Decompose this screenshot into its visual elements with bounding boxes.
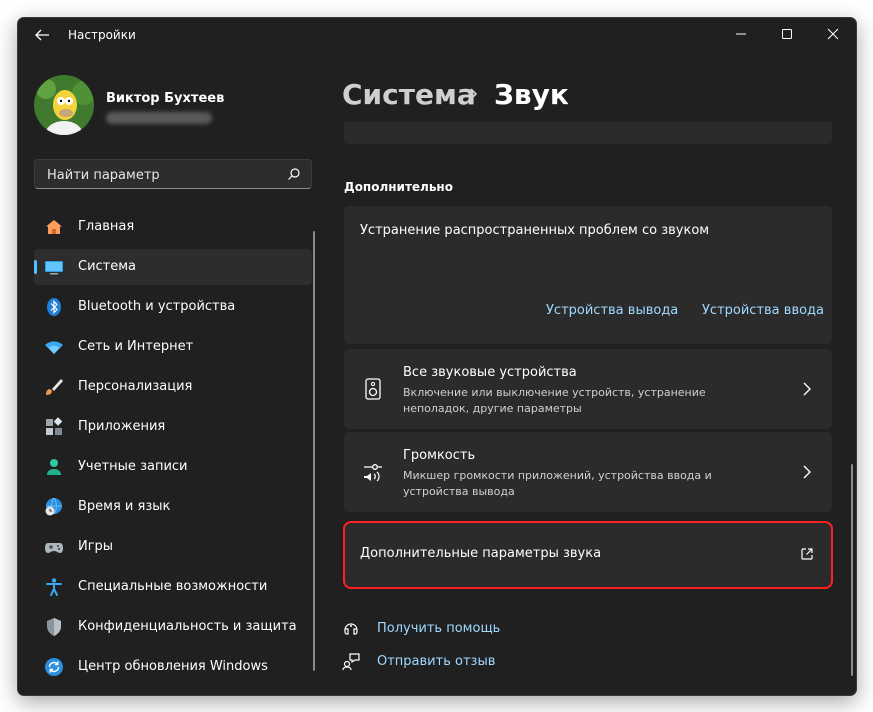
advanced-sound-settings-label: Дополнительные параметры звука [360, 546, 602, 561]
maximize-button[interactable] [764, 18, 810, 50]
output-devices-link[interactable]: Устройства вывода [546, 303, 678, 318]
accessibility-icon [46, 578, 62, 596]
update-icon [45, 658, 63, 676]
close-button[interactable] [810, 18, 856, 50]
page-title: Звук [494, 78, 569, 111]
all-sound-devices-card[interactable]: Все звуковые устройства Включение или вы… [344, 349, 832, 429]
chevron-right-icon [803, 382, 811, 396]
wifi-icon [45, 341, 63, 354]
input-devices-link[interactable]: Устройства ввода [702, 303, 824, 318]
sidebar-item-label: Специальные возможности [78, 579, 268, 594]
person-icon [47, 459, 61, 475]
help-icon [344, 623, 358, 635]
sidebar-item-label: Персонализация [78, 379, 193, 394]
troubleshoot-card: Устранение распространенных проблем со з… [344, 206, 832, 344]
sidebar-item-system[interactable]: Система [34, 249, 312, 285]
close-icon [827, 28, 839, 40]
sidebar-item-time-language[interactable]: Время и язык [34, 489, 312, 525]
volume-desc: Микшер громкости приложений, устройства … [403, 469, 712, 498]
breadcrumb-parent[interactable]: Система [342, 78, 476, 111]
main-scrollbar[interactable] [851, 464, 853, 676]
devices-desc: Включение или выключение устройств, устр… [403, 386, 706, 415]
brush-icon [46, 379, 63, 395]
sidebar-item-label: Центр обновления Windows [78, 659, 268, 674]
app-title: Настройки [68, 28, 136, 42]
send-feedback-label: Отправить отзыв [377, 654, 496, 669]
sidebar-nav: Главная Система Bluetooth и устройства С [34, 209, 312, 689]
title-bar: Настройки [18, 18, 856, 52]
sidebar-item-windows-update[interactable]: Центр обновления Windows [34, 649, 312, 685]
sidebar-item-accessibility[interactable]: Специальные возможности [34, 569, 312, 605]
apps-icon [46, 417, 63, 435]
sidebar-item-label: Игры [78, 539, 114, 554]
sidebar-item-label: Главная [78, 219, 135, 234]
sidebar-item-accounts[interactable]: Учетные записи [34, 449, 312, 485]
sidebar-item-gaming[interactable]: Игры [34, 529, 312, 565]
sidebar-item-privacy[interactable]: Конфиденциальность и защита [34, 609, 312, 645]
sidebar-item-label: Bluetooth и устройства [78, 299, 236, 314]
sidebar-item-home[interactable]: Главная [34, 209, 312, 245]
card-partial [344, 122, 832, 144]
search-box[interactable] [34, 159, 312, 189]
maximize-icon [782, 29, 792, 39]
home-icon [46, 220, 62, 234]
avatar[interactable] [34, 75, 94, 135]
minimize-icon [736, 33, 746, 35]
search-icon[interactable] [287, 167, 301, 181]
gamepad-icon [45, 543, 63, 553]
globe-clock-icon [45, 497, 62, 516]
monitor-icon [45, 261, 63, 275]
volume-card[interactable]: Громкость Микшер громкости приложений, у… [344, 432, 832, 512]
volume-title: Громкость [403, 448, 476, 463]
settings-window: Настройки Виктор Бухтеев Найти параметр … [17, 17, 857, 696]
speaker-icon [365, 378, 381, 400]
sidebar-item-label: Конфиденциальность и защита [78, 619, 297, 634]
active-indicator [34, 260, 37, 274]
devices-title: Все звуковые устройства [403, 365, 577, 380]
sidebar-item-label: Учетные записи [78, 459, 188, 474]
section-title: Дополнительно [344, 180, 453, 194]
get-help-label: Получить помощь [377, 621, 501, 636]
sidebar-item-apps[interactable]: Приложения [34, 409, 312, 445]
sidebar-item-label: Приложения [78, 419, 166, 434]
sidebar-item-bluetooth[interactable]: Bluetooth и устройства [34, 289, 312, 325]
advanced-sound-settings-card[interactable]: Дополнительные параметры звука [343, 521, 833, 589]
chevron-right-icon [803, 465, 811, 479]
arrow-left-icon [35, 29, 49, 41]
sidebar-item-label: Время и язык [78, 499, 171, 514]
sidebar-item-label: Система [78, 259, 137, 274]
back-button[interactable] [32, 27, 52, 43]
minimize-button[interactable] [718, 18, 764, 50]
shield-icon [47, 618, 61, 636]
troubleshoot-title: Устранение распространенных проблем со з… [360, 223, 710, 238]
sidebar-item-label: Сеть и Интернет [78, 339, 194, 354]
sidebar-item-personalization[interactable]: Персонализация [34, 369, 312, 405]
sidebar-item-network[interactable]: Сеть и Интернет [34, 329, 312, 365]
chevron-right-icon [470, 88, 478, 100]
sidebar-scrollbar[interactable] [313, 231, 315, 671]
volume-mixer-icon [364, 464, 382, 482]
open-external-icon [801, 548, 813, 560]
search-input[interactable] [45, 166, 279, 184]
feedback-icon [342, 653, 360, 671]
avatar-image [34, 75, 94, 135]
user-name: Виктор Бухтеев [106, 91, 225, 106]
user-email-blurred [106, 112, 212, 124]
bluetooth-icon [47, 298, 61, 316]
